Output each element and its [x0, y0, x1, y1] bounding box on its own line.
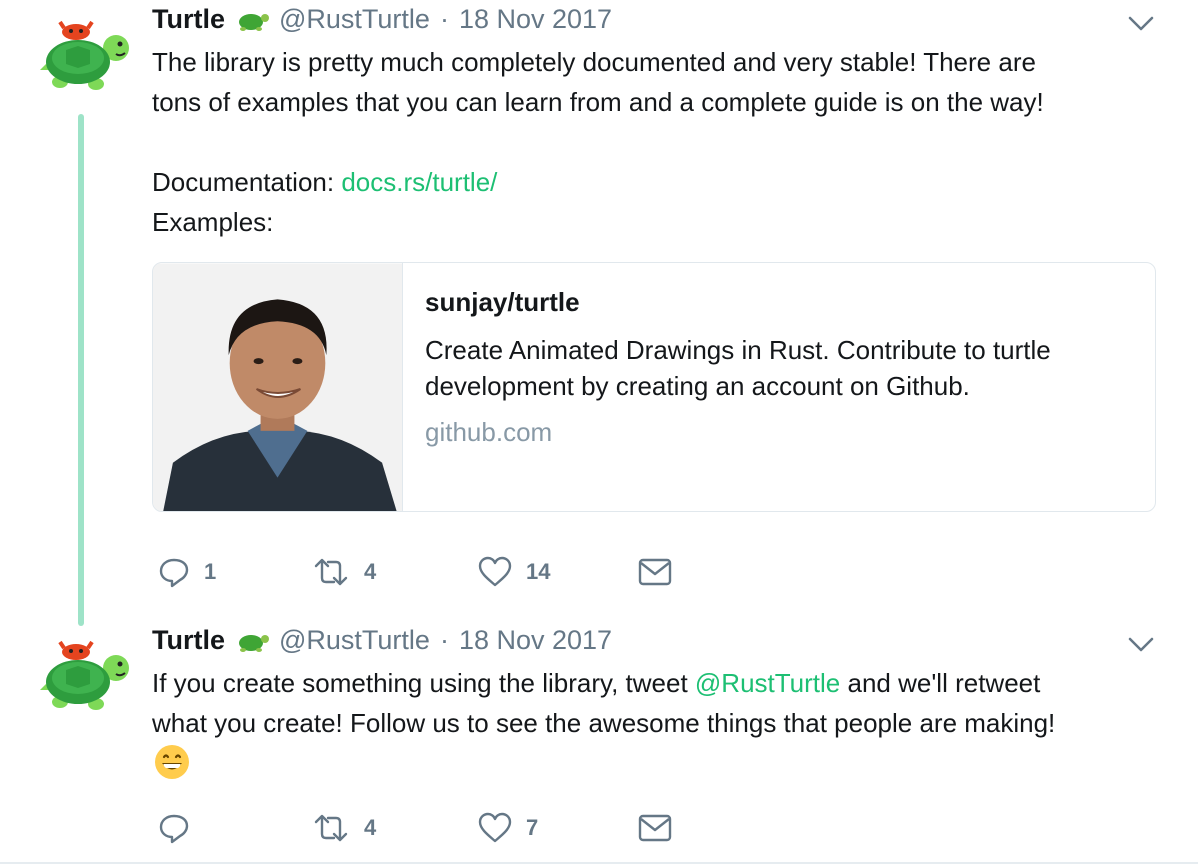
- reply-icon: [159, 814, 189, 844]
- like-button[interactable]: 14: [478, 552, 550, 592]
- retweet-count: 4: [364, 815, 377, 840]
- card-description: development by creating an account on Gi…: [425, 371, 970, 401]
- turtle-avatar-icon[interactable]: [40, 634, 132, 714]
- tweet-text-line: tons of examples that you can learn from…: [152, 87, 1044, 117]
- card-description: Create Animated Drawings in Rust. Contri…: [425, 335, 1051, 365]
- tweet-text-line: The library is pretty much completely do…: [152, 47, 1036, 77]
- envelope-icon: [638, 814, 672, 842]
- examples-label: Examples:: [152, 207, 274, 237]
- header-separator: ·: [439, 625, 449, 655]
- heart-icon: [478, 556, 512, 587]
- reply-icon: [159, 558, 189, 588]
- link-preview-card[interactable]: sunjay/turtle Create Animated Drawings i…: [152, 262, 1156, 512]
- tweet-date[interactable]: 18 Nov 2017: [459, 625, 612, 656]
- reply-button[interactable]: 1: [158, 552, 216, 592]
- author-handle[interactable]: @RustTurtle: [279, 4, 430, 35]
- like-count: 14: [526, 559, 551, 584]
- tweet-text: and we'll retweet: [840, 668, 1041, 698]
- chevron-down-icon[interactable]: [1128, 16, 1154, 32]
- header-separator: ·: [439, 4, 449, 34]
- envelope-icon: [638, 558, 672, 586]
- author-name[interactable]: Turtle: [152, 625, 225, 656]
- direct-message-button[interactable]: [638, 808, 672, 848]
- card-domain: github.com: [425, 417, 553, 447]
- retweet-icon: [314, 814, 348, 842]
- tweet-header: Turtle @RustTurtle · 18 Nov 2017: [152, 4, 612, 35]
- mention-link[interactable]: @RustTurtle: [695, 668, 840, 698]
- turtle-emoji-icon: [239, 634, 269, 652]
- retweet-icon: [314, 558, 348, 586]
- turtle-avatar-icon[interactable]: [40, 14, 132, 94]
- tweet-header: Turtle @RustTurtle · 18 Nov 2017: [152, 625, 612, 656]
- retweet-count: 4: [364, 559, 377, 584]
- card-thumbnail: [153, 263, 403, 511]
- like-count: 7: [526, 815, 539, 840]
- card-title: sunjay/turtle: [425, 287, 580, 317]
- like-button[interactable]: 7: [478, 808, 538, 848]
- tweet-text: If you create something using the librar…: [152, 668, 695, 698]
- documentation-line: Documentation: docs.rs/turtle/: [152, 162, 497, 202]
- grinning-emoji-icon: [155, 745, 189, 779]
- documentation-label: Documentation:: [152, 167, 342, 197]
- tweet-text-line: what you create! Follow us to see the aw…: [152, 708, 1056, 738]
- turtle-emoji-icon: [239, 13, 269, 31]
- tweet-actions: 4 7: [158, 808, 718, 848]
- author-handle[interactable]: @RustTurtle: [279, 625, 430, 656]
- reply-count: 1: [204, 559, 217, 584]
- tweet-text-line: If you create something using the librar…: [152, 663, 1040, 703]
- chevron-down-icon[interactable]: [1128, 637, 1154, 653]
- direct-message-button[interactable]: [638, 552, 672, 592]
- retweet-button[interactable]: 4: [312, 808, 376, 848]
- retweet-button[interactable]: 4: [312, 552, 376, 592]
- heart-icon: [478, 812, 512, 843]
- tweet-actions: 1 4 14: [158, 552, 718, 592]
- reply-button[interactable]: [158, 808, 190, 848]
- docs-link[interactable]: docs.rs/turtle/: [341, 167, 497, 197]
- thread-line: [78, 114, 84, 626]
- tweet-date[interactable]: 18 Nov 2017: [459, 4, 612, 35]
- author-name[interactable]: Turtle: [152, 4, 225, 35]
